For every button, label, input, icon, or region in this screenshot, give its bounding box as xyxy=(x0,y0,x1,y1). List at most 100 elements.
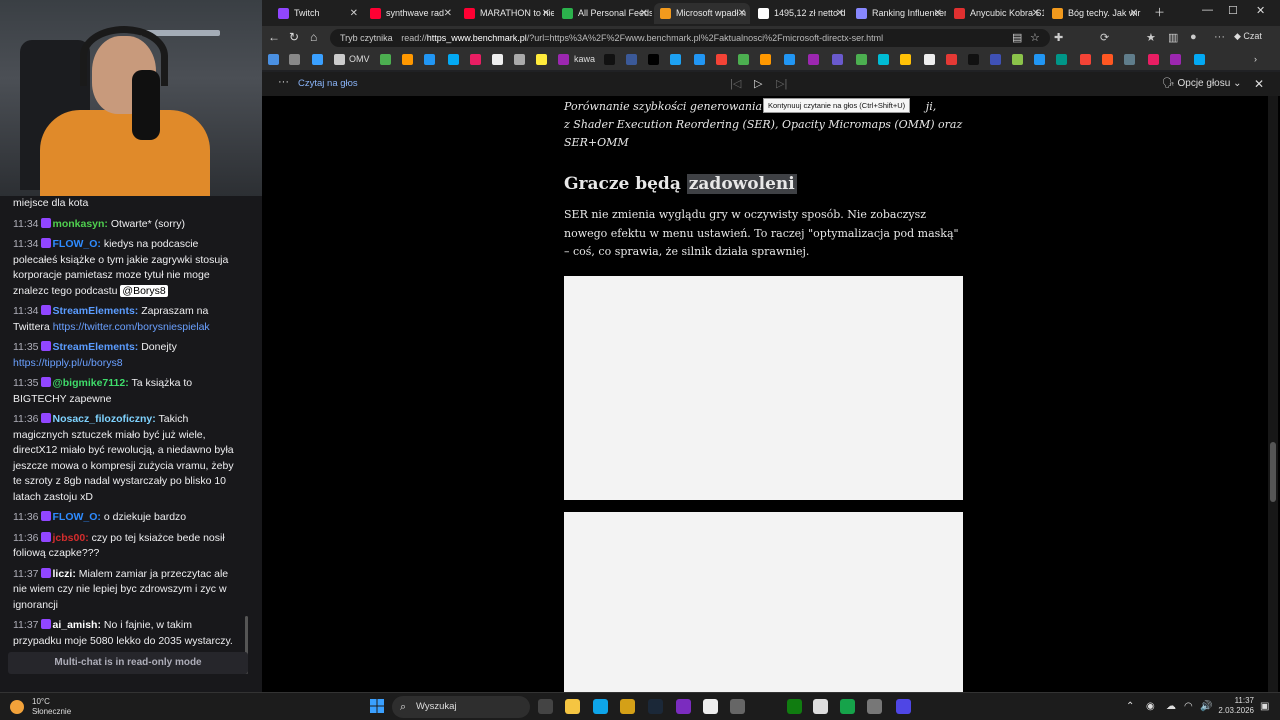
chat-username[interactable]: FLOW_O: xyxy=(53,238,101,250)
play-icon[interactable]: ▷ xyxy=(754,77,762,90)
bookmarks-more-icon[interactable]: › xyxy=(1254,54,1257,64)
bookmark-favicon-icon[interactable] xyxy=(670,54,681,65)
page-scrollbar[interactable] xyxy=(1268,96,1278,692)
chat-username[interactable]: monkasyn: xyxy=(53,218,108,230)
bookmark-favicon-icon[interactable] xyxy=(1012,54,1023,65)
bookmark-favicon-icon[interactable] xyxy=(878,54,889,65)
bookmark-favicon-icon[interactable] xyxy=(514,54,525,65)
collections-icon[interactable]: ▥ xyxy=(1168,31,1178,44)
read-aloud-menu-icon[interactable]: ··· xyxy=(278,76,289,88)
bookmark-favicon-icon[interactable] xyxy=(856,54,867,65)
browser-tab[interactable]: MARATHON to nie ✕ xyxy=(458,3,554,24)
voice-options-button[interactable]: 🗣 Opcje głosu ⌄ xyxy=(1162,78,1241,89)
terminal-icon[interactable] xyxy=(730,699,745,714)
bookmark-favicon-icon[interactable] xyxy=(289,54,300,65)
refresh-extension-icon[interactable]: ⟳ xyxy=(1100,31,1109,44)
bookmark-favicon-icon[interactable] xyxy=(1056,54,1067,65)
chat-link[interactable]: https://twitter.com/borysniespielak xyxy=(53,321,210,333)
tab-close-icon[interactable]: ✕ xyxy=(738,3,746,24)
bookmark-favicon-icon[interactable] xyxy=(268,54,279,65)
next-paragraph-icon[interactable]: ▷| xyxy=(776,77,787,90)
bookmark-favicon-icon[interactable] xyxy=(470,54,481,65)
chat-username[interactable]: liczi: xyxy=(53,568,76,580)
bookmark-favicon-icon[interactable] xyxy=(648,54,659,65)
page-scroll-thumb[interactable] xyxy=(1270,442,1276,502)
browser-tab[interactable]: 1495,12 zł netto d ✕ xyxy=(752,3,848,24)
bookmark-favicon-icon[interactable] xyxy=(738,54,749,65)
minimize-icon[interactable]: — xyxy=(1202,4,1213,16)
profile-avatar-icon[interactable]: ● xyxy=(1190,31,1197,43)
chat-link[interactable]: https://tipply.pl/u/borys8 xyxy=(13,357,123,369)
bookmark-favicon-icon[interactable] xyxy=(1080,54,1091,65)
bookmark-favicon-icon[interactable] xyxy=(968,54,979,65)
bookmark-favicon-icon[interactable] xyxy=(448,54,459,65)
bookmark-favicon-icon[interactable] xyxy=(1034,54,1045,65)
tray-app-icon[interactable]: ◉ xyxy=(1146,701,1155,712)
browser-tab[interactable]: synthwave rad ✕ xyxy=(364,3,456,24)
browser-tab[interactable]: All Personal Feeds ✕ xyxy=(556,3,652,24)
tab-close-icon[interactable]: ✕ xyxy=(542,3,550,24)
favorite-star-icon[interactable]: ☆ xyxy=(1030,31,1040,44)
maps-icon[interactable] xyxy=(703,699,718,714)
system-clock[interactable]: 11:37 2.03.2026 xyxy=(1218,696,1254,716)
bookmark-favicon-icon[interactable] xyxy=(334,54,345,65)
chat-username[interactable]: Nosacz_filozoficzny: xyxy=(53,413,156,425)
favorites-icon[interactable]: ★ xyxy=(1146,31,1156,44)
app-blue-icon[interactable] xyxy=(896,699,911,714)
chat-mention[interactable]: @Borys8 xyxy=(120,284,168,297)
more-menu-icon[interactable]: ··· xyxy=(1214,31,1225,43)
taskbar-search[interactable]: ⌕ Wyszukaj xyxy=(392,696,530,718)
bookmark-favicon-icon[interactable] xyxy=(1124,54,1135,65)
volume-icon[interactable]: 🔊 xyxy=(1200,701,1212,712)
tab-close-icon[interactable]: ✕ xyxy=(1032,3,1040,24)
previous-paragraph-icon[interactable]: |◁ xyxy=(730,77,741,90)
new-tab-button[interactable]: ＋ xyxy=(1154,4,1165,20)
reader-mode-label[interactable]: Tryb czytnika xyxy=(340,33,393,43)
tray-chevron-icon[interactable]: ⌃ xyxy=(1126,701,1134,712)
close-window-icon[interactable]: ✕ xyxy=(1256,4,1265,17)
bookmark-omv[interactable]: OMV xyxy=(349,54,370,64)
bookmark-favicon-icon[interactable] xyxy=(424,54,435,65)
windows-start-icon[interactable] xyxy=(370,699,384,713)
edge-icon[interactable] xyxy=(593,699,608,714)
tab-close-icon[interactable]: ✕ xyxy=(640,3,648,24)
tab-close-icon[interactable]: ✕ xyxy=(836,3,844,24)
bookmark-favicon-icon[interactable] xyxy=(312,54,323,65)
browser-tab[interactable]: Microsoft wpadł n ✕ xyxy=(654,3,750,24)
home-icon[interactable]: ⌂ xyxy=(310,30,317,44)
url-field[interactable]: Tryb czytnika read://https_www.benchmark… xyxy=(330,29,1050,47)
close-read-aloud-icon[interactable]: ✕ xyxy=(1254,77,1264,91)
tab-close-icon[interactable]: ✕ xyxy=(444,3,452,24)
bookmark-favicon-icon[interactable] xyxy=(990,54,1001,65)
chat-username[interactable]: @bigmike7112: xyxy=(53,377,129,389)
task-view-icon[interactable] xyxy=(538,699,553,714)
chat-app-icon[interactable] xyxy=(813,699,828,714)
browser-tab[interactable]: Anycubic Kobra S1 ✕ xyxy=(948,3,1044,24)
copilot-button[interactable]: ◆ Czat xyxy=(1234,31,1262,42)
bookmark-favicon-icon[interactable] xyxy=(1194,54,1205,65)
bookmark-favicon-icon[interactable] xyxy=(1148,54,1159,65)
bookmark-favicon-icon[interactable] xyxy=(536,54,547,65)
chat-username[interactable]: StreamElements: xyxy=(53,341,139,353)
file-explorer-icon[interactable] xyxy=(565,699,580,714)
chat-username[interactable]: ai_amish: xyxy=(53,619,101,631)
chat-username[interactable]: jcbs00: xyxy=(53,532,89,544)
xbox-icon[interactable] xyxy=(787,699,802,714)
store-icon[interactable] xyxy=(620,699,635,714)
bookmark-favicon-icon[interactable] xyxy=(784,54,795,65)
bookmark-favicon-icon[interactable] xyxy=(492,54,503,65)
bookmark-favicon-icon[interactable] xyxy=(694,54,705,65)
notification-icon[interactable]: ▣ xyxy=(1260,701,1269,712)
settings-icon[interactable] xyxy=(867,699,882,714)
reload-icon[interactable]: ↻ xyxy=(289,30,299,44)
browser-tab[interactable]: Ranking Influencer ✕ xyxy=(850,3,946,24)
bookmark-favicon-icon[interactable] xyxy=(604,54,615,65)
back-icon[interactable]: ← xyxy=(268,30,280,44)
app-purple-icon[interactable] xyxy=(676,699,691,714)
bookmark-favicon-icon[interactable] xyxy=(380,54,391,65)
bookmark-favicon-icon[interactable] xyxy=(808,54,819,65)
app-green-icon[interactable] xyxy=(840,699,855,714)
bookmark-favicon-icon[interactable] xyxy=(402,54,413,65)
browser-tab[interactable]: Bóg techy. Jak wir ✕ xyxy=(1046,3,1142,24)
extension-icon[interactable]: ✚ xyxy=(1054,31,1063,44)
